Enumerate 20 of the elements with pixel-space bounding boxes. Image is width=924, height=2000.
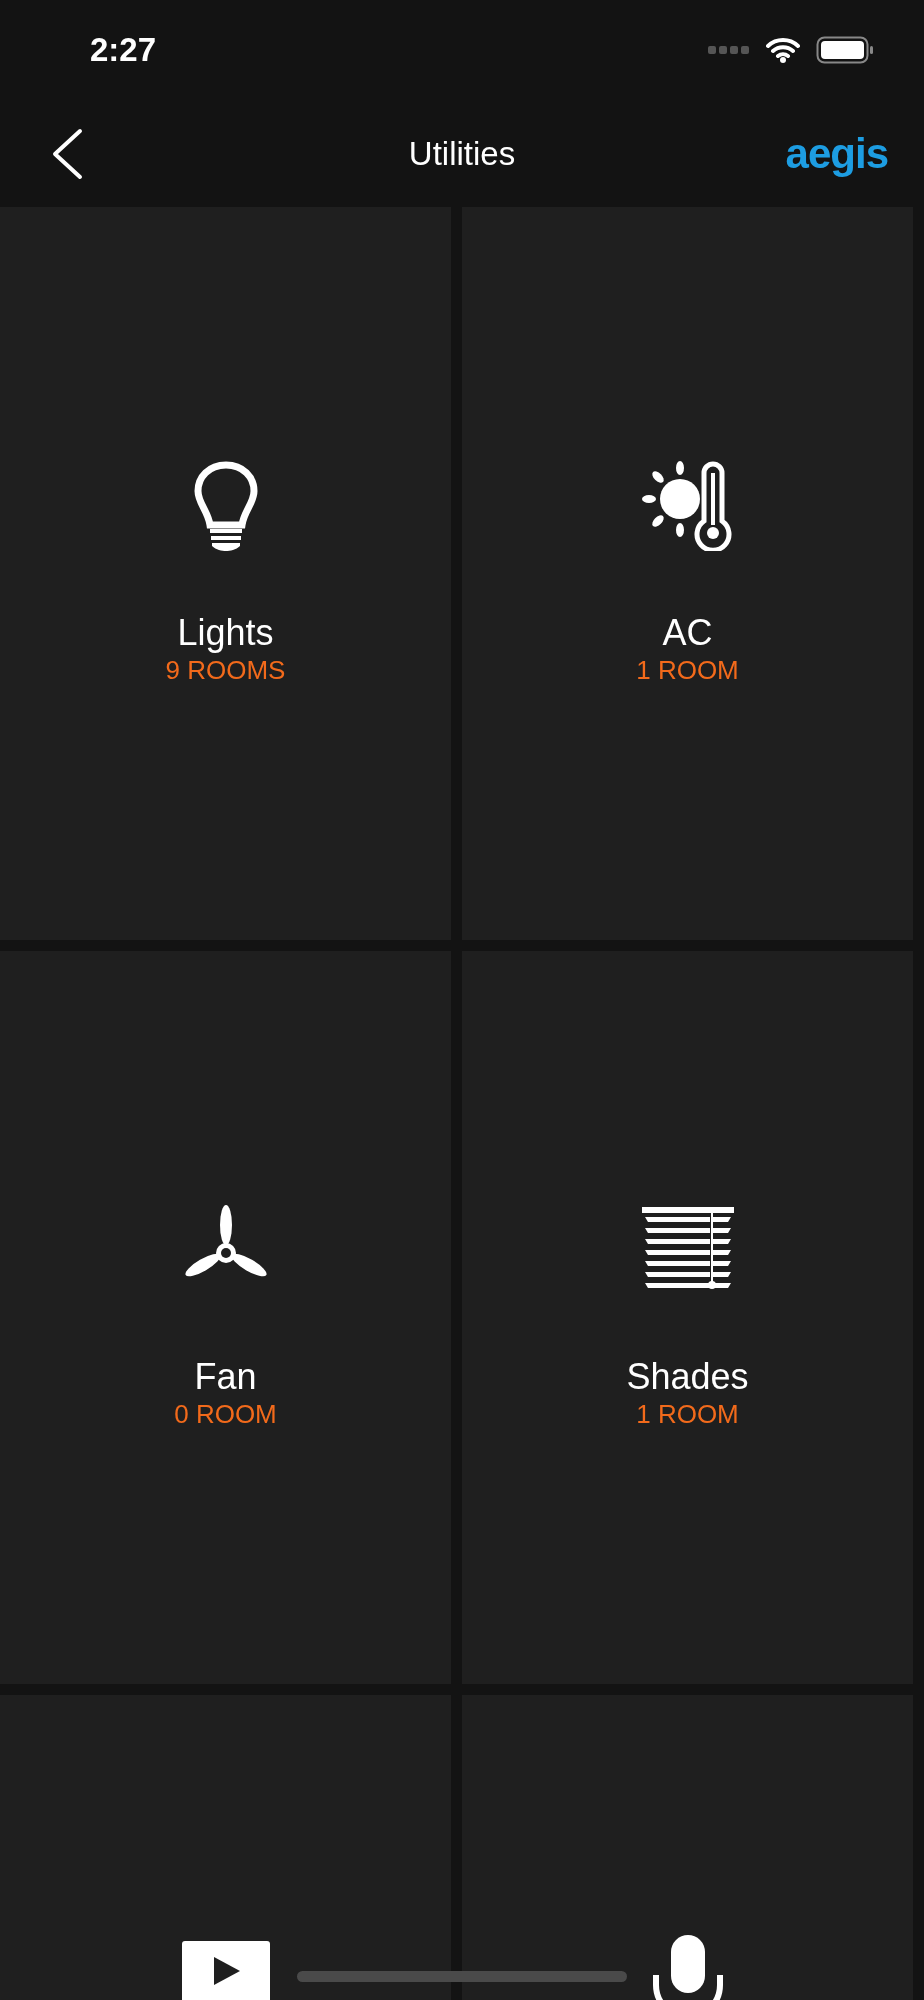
utility-tile[interactable]: AC 1 ROOM xyxy=(462,207,913,940)
signal-icon xyxy=(708,45,750,55)
wifi-icon xyxy=(766,37,800,63)
utility-tile[interactable]: Lights 9 ROOMS xyxy=(0,207,451,940)
room-count: 1 ROOM xyxy=(636,654,739,688)
tile-title: Shades xyxy=(626,1355,749,1399)
tile-title: Lights xyxy=(177,611,274,655)
page-title: Utilities xyxy=(408,133,516,174)
room-count: 1 ROOM xyxy=(636,1398,739,1432)
utility-tile[interactable]: Shades 1 ROOM xyxy=(462,951,913,1684)
brand-logo: aegis xyxy=(785,129,888,179)
tile-title: Fan xyxy=(194,1355,257,1399)
sun-thermometer-icon xyxy=(641,459,734,551)
utility-tile[interactable]: Fan 0 ROOM xyxy=(0,951,451,1684)
clock-time: 2:27 xyxy=(90,30,157,71)
room-count: 9 ROOMS xyxy=(165,654,286,688)
room-count: 0 ROOM xyxy=(174,1398,277,1432)
tile-title: AC xyxy=(662,611,713,655)
battery-icon xyxy=(816,36,874,64)
back-icon[interactable] xyxy=(50,127,84,180)
